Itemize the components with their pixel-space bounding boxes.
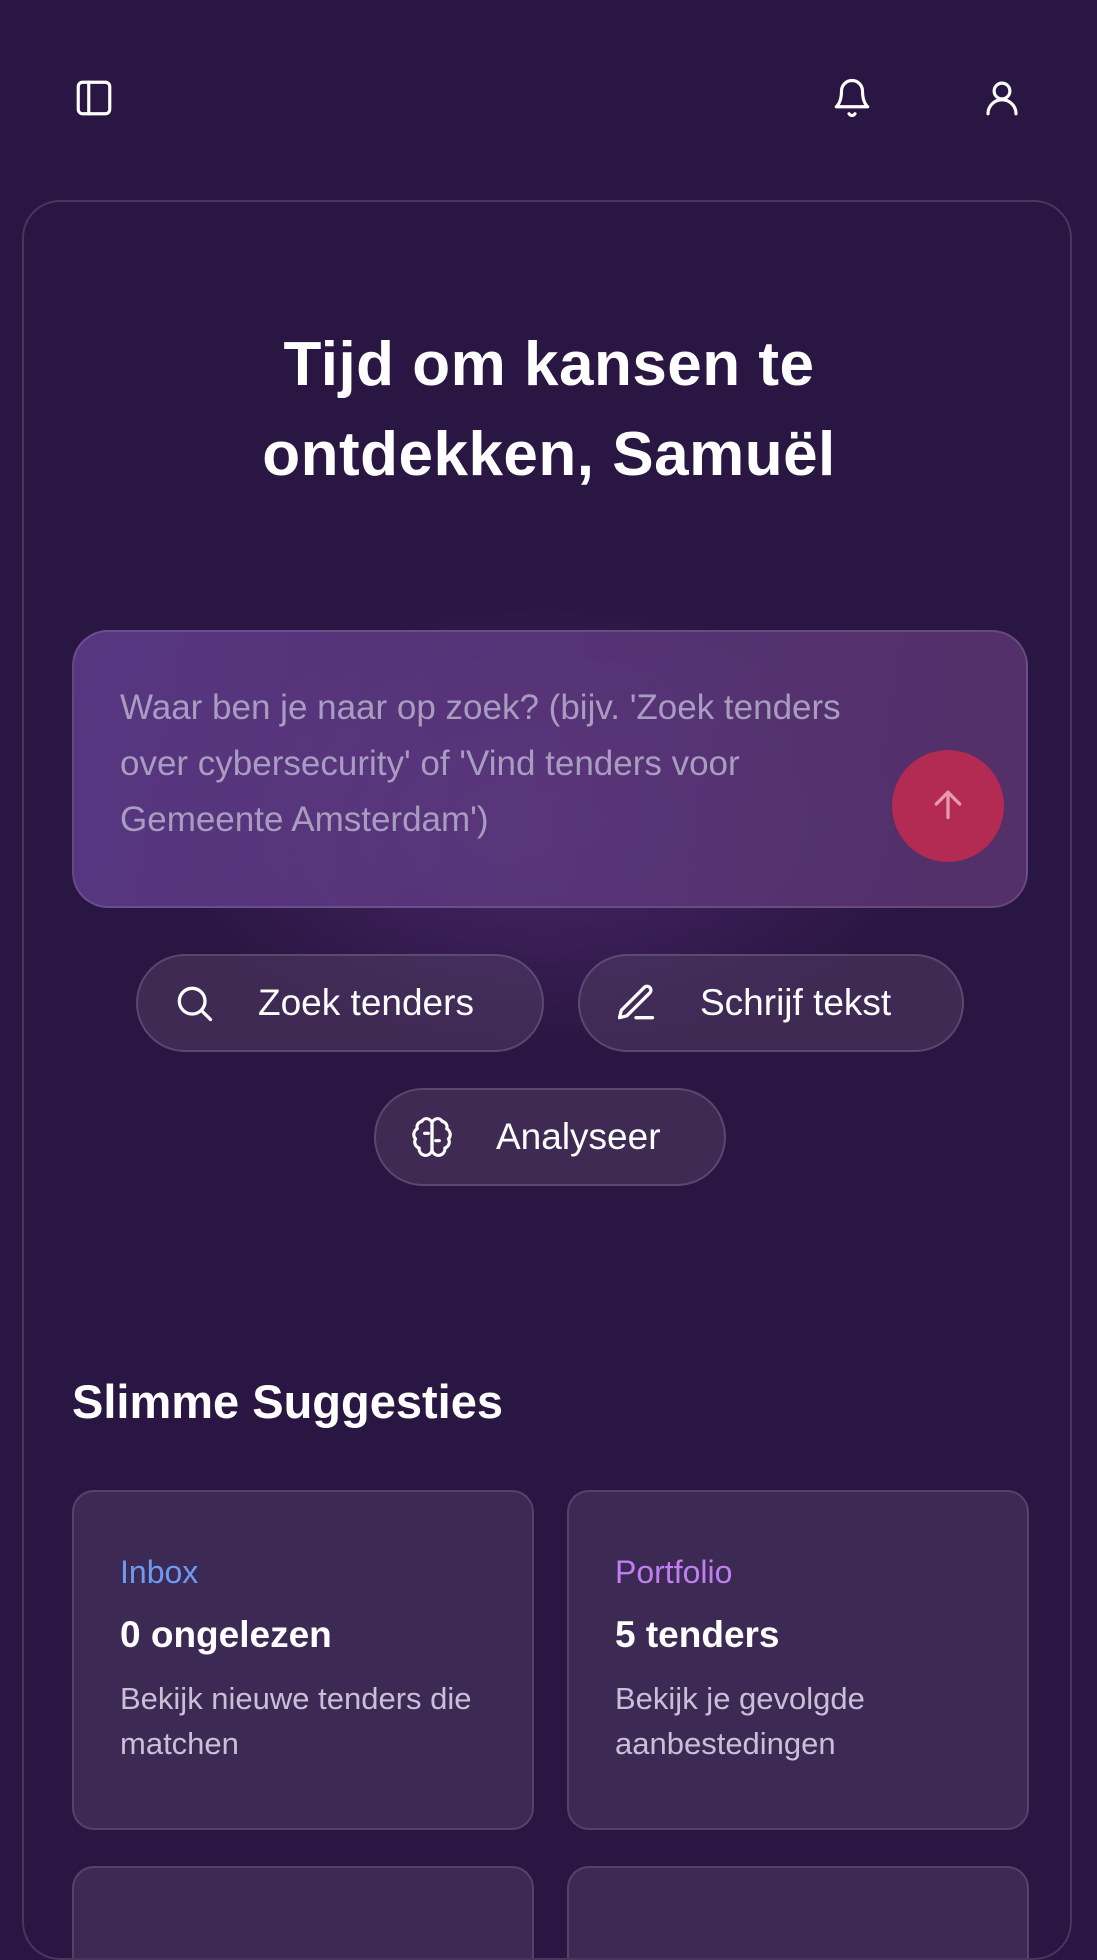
sidebar-toggle-icon (73, 77, 115, 124)
suggestion-card-partial-right[interactable] (567, 1866, 1029, 1958)
portfolio-card-title: 5 tenders (615, 1614, 780, 1655)
bell-icon (831, 77, 873, 124)
search-tenders-label: Zoek tenders (258, 982, 474, 1023)
page-title-line-1: Tijd om kansen te (283, 330, 815, 399)
search-icon (172, 981, 216, 1025)
write-text-label: Schrijf tekst (700, 982, 892, 1023)
page-title: Tijd om kansen te ontdekken, Samuël (24, 320, 1070, 500)
pencil-icon (614, 981, 658, 1025)
inbox-card-title: 0 ongelezen (120, 1614, 332, 1655)
page-title-line-2: ontdekken, Samuël (262, 420, 836, 489)
notifications-button[interactable] (822, 70, 882, 130)
inbox-card[interactable]: Inbox 0 ongelezen Bekijk nieuwe tenders … (72, 1490, 534, 1830)
portfolio-card[interactable]: Portfolio 5 tenders Bekijk je gevolgde a… (567, 1490, 1029, 1830)
user-icon (981, 77, 1023, 124)
inbox-card-description: Bekijk nieuwe tenders die matchen (120, 1681, 472, 1761)
suggestions-title: Slimme Suggesties (72, 1375, 503, 1428)
search-placeholder: Waar ben je naar op zoek? (bijv. 'Zoek t… (120, 688, 841, 839)
portfolio-card-description: Bekijk je gevolgde aanbestedingen (615, 1681, 865, 1761)
write-text-button[interactable]: Schrijf tekst (578, 954, 964, 1052)
search-tenders-button[interactable]: Zoek tenders (136, 954, 544, 1052)
search-input[interactable]: Waar ben je naar op zoek? (bijv. 'Zoek t… (72, 630, 1028, 908)
send-button[interactable] (892, 750, 1004, 862)
analyze-label: Analyseer (496, 1116, 661, 1157)
suggestion-card-partial-left[interactable] (72, 1866, 534, 1958)
analyze-button[interactable]: Analyseer (374, 1088, 726, 1186)
profile-button[interactable] (972, 70, 1032, 130)
inbox-card-label: Inbox (120, 1554, 199, 1590)
sidebar-toggle-button[interactable] (64, 70, 124, 130)
portfolio-card-label: Portfolio (615, 1554, 733, 1590)
top-bar (0, 0, 1097, 200)
brain-icon (410, 1115, 454, 1159)
arrow-up-icon (928, 784, 968, 829)
main-panel: Tijd om kansen te ontdekken, Samuël Waar… (22, 200, 1072, 1960)
